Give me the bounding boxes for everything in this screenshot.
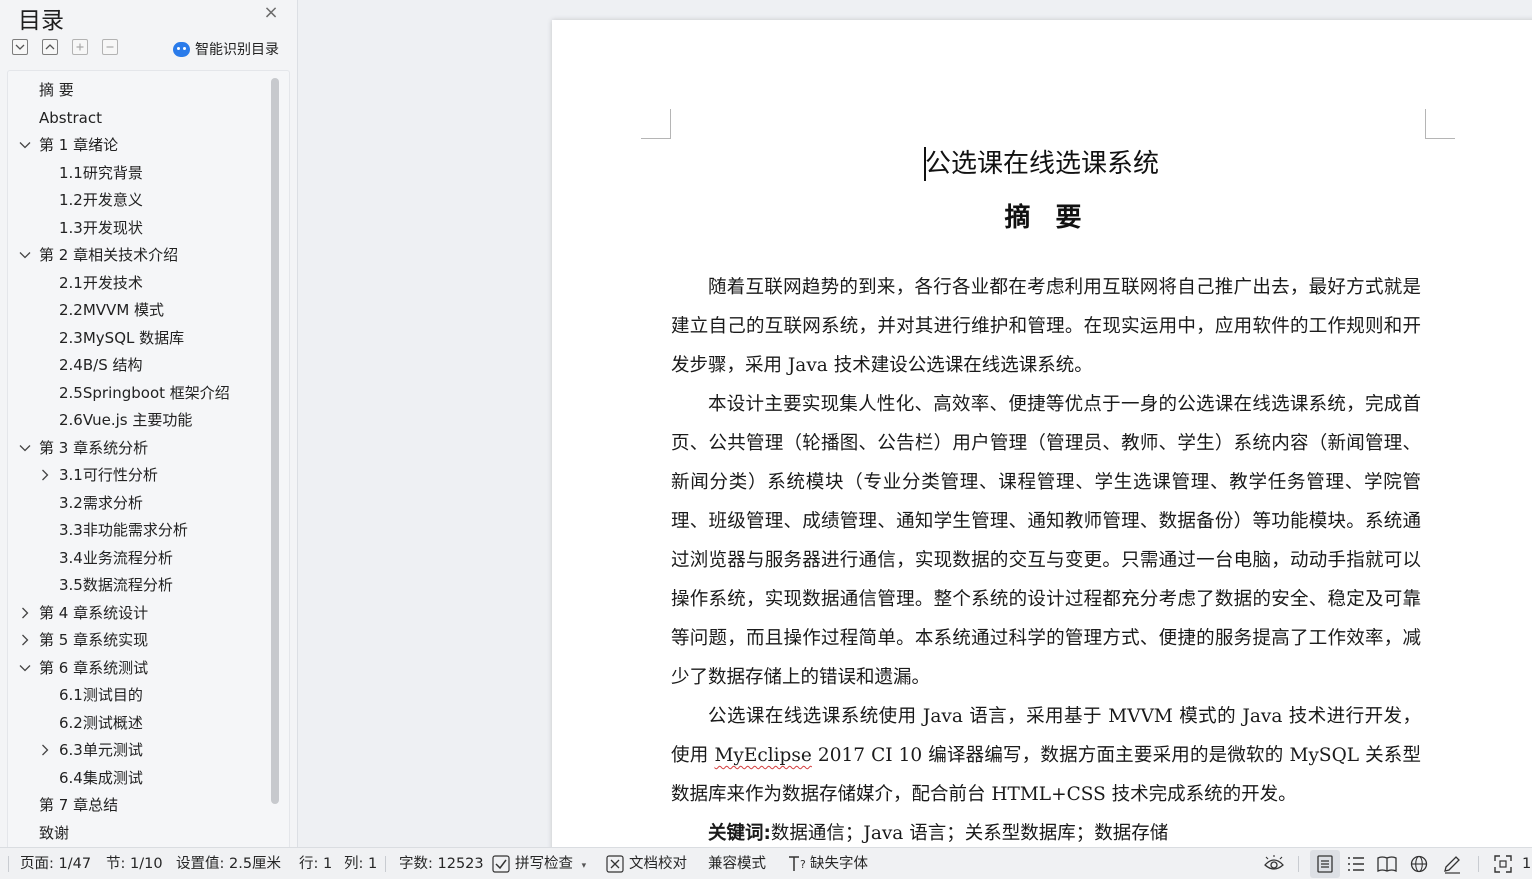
status-divider	[385, 856, 386, 872]
proofread-icon	[606, 855, 624, 873]
toc-item[interactable]: 2.6Vue.js 主要功能	[59, 408, 192, 432]
toc-item[interactable]: 2.3MySQL 数据库	[59, 326, 184, 350]
chevron-down-icon[interactable]	[19, 249, 31, 261]
toc-item[interactable]: 第 5 章系统实现	[39, 628, 148, 652]
chevron-right-icon[interactable]	[19, 634, 31, 646]
missing-font-icon: ?	[789, 856, 806, 871]
missing-font-button[interactable]: ? 缺失字体	[788, 848, 868, 879]
abstract-body: 随着互联网趋势的到来，各行各业都在考虑利用互联网将自己推广出去，最好方式就是建立…	[671, 268, 1421, 847]
ai-bot-icon	[173, 41, 190, 57]
toc-item[interactable]: 1.2开发意义	[59, 188, 143, 212]
toc-item[interactable]: 1.3开发现状	[59, 216, 143, 240]
compat-mode-button[interactable]: 兼容模式	[708, 848, 766, 879]
keywords-text: 数据通信；Java 语言；关系型数据库；数据存储	[770, 823, 1169, 844]
section-indicator[interactable]: 节: 1/10	[106, 848, 163, 879]
proofread-button[interactable]: 文档校对	[606, 848, 687, 879]
sidebar-title: 目录	[18, 8, 64, 34]
toc-sidebar: 目录 × 智能识别目录 摘 要 Abstract 第 1 章绪论 1.1研究背景 1.2…	[0, 0, 298, 847]
toc-item[interactable]: 3.1可行性分析	[59, 463, 158, 487]
toc-item[interactable]: 6.1测试目的	[59, 683, 143, 707]
dropdown-caret-icon[interactable]: ▾	[582, 861, 587, 871]
margin-mark-top-left	[641, 109, 671, 139]
reading-view-icon[interactable]	[1377, 855, 1397, 873]
toc-item[interactable]: 第 4 章系统设计	[39, 601, 148, 625]
svg-text:?: ?	[800, 858, 806, 871]
chevron-up-icon	[45, 44, 55, 50]
outline-view-icon[interactable]	[1347, 855, 1365, 873]
smart-toc-label: 智能识别目录	[195, 42, 279, 58]
toc-item[interactable]: 第 2 章相关技术介绍	[39, 243, 178, 267]
chevron-down-icon[interactable]	[19, 139, 31, 151]
toc-item[interactable]: 2.5Springboot 框架介绍	[59, 381, 230, 405]
smart-toc-button[interactable]: 智能识别目录	[173, 39, 279, 59]
chevron-down-icon	[15, 44, 25, 50]
chevron-down-icon[interactable]	[19, 442, 31, 454]
toc-item[interactable]: 第 3 章系统分析	[39, 436, 148, 460]
toc-item[interactable]: 6.2测试概述	[59, 711, 143, 735]
toc-item[interactable]: 2.1开发技术	[59, 271, 143, 295]
expand-all-button[interactable]	[12, 39, 28, 55]
spell-check-icon	[492, 855, 510, 873]
toc-item[interactable]: Abstract	[39, 106, 102, 130]
zoom-level-cut[interactable]: 1	[1522, 848, 1531, 879]
remove-level-button[interactable]	[102, 39, 118, 55]
proofread-label: 文档校对	[629, 856, 687, 872]
document-page[interactable]: 公选课在线选课系统 摘 要 随着互联网趋势的到来，各行各业都在考虑利用互联网将自…	[552, 20, 1532, 847]
toc-item[interactable]: 第 1 章绪论	[39, 133, 118, 157]
document-title: 公选课在线选课系统	[925, 149, 1160, 179]
keywords-line: 关键词:数据通信；Java 语言；关系型数据库；数据存储	[671, 814, 1421, 847]
document-area: 公选课在线选课系统 摘 要 随着互联网趋势的到来，各行各业都在考虑利用互联网将自…	[299, 0, 1532, 847]
abstract-heading: 摘 要	[1004, 203, 1090, 233]
status-divider	[1298, 856, 1299, 872]
margin-mark-top-right	[1425, 109, 1455, 139]
spell-check-label: 拼写检查	[515, 856, 573, 872]
column-indicator[interactable]: 列: 1	[344, 848, 377, 879]
spell-check-button[interactable]: 拼写检查 ▾	[492, 848, 586, 879]
row-indicator[interactable]: 行: 1	[299, 848, 332, 879]
toc-item[interactable]: 2.2MVVM 模式	[59, 298, 164, 322]
keywords-label: 关键词:	[708, 823, 771, 844]
chevron-right-icon[interactable]	[39, 744, 51, 756]
toc-item[interactable]: 2.4B/S 结构	[59, 353, 143, 377]
add-level-button[interactable]	[72, 39, 88, 55]
chevron-right-icon[interactable]	[19, 607, 31, 619]
pen-annotate-icon[interactable]	[1442, 854, 1462, 874]
toc-item[interactable]: 3.5数据流程分析	[59, 573, 173, 597]
status-divider	[8, 856, 9, 872]
paragraph-2: 本设计主要实现集人性化、高效率、便捷等优点于一身的公选课在线选课系统，完成首页、…	[671, 394, 1421, 688]
collapse-all-button[interactable]	[42, 39, 58, 55]
toc-scrollbar[interactable]	[271, 78, 279, 804]
toc-item[interactable]: 6.4集成测试	[59, 766, 143, 790]
toc-item[interactable]: 第 7 章总结	[39, 793, 118, 817]
toc-item[interactable]: 6.3单元测试	[59, 738, 143, 762]
page-indicator[interactable]: 页面: 1/47	[20, 848, 91, 879]
plus-icon	[76, 43, 84, 51]
toc-item[interactable]: 第 6 章系统测试	[39, 656, 148, 680]
minus-icon	[106, 46, 114, 48]
toc-item[interactable]: 摘 要	[39, 78, 74, 102]
toc-toolbar	[12, 39, 132, 57]
toc-item[interactable]: 致谢	[39, 821, 69, 845]
status-bar: 页面: 1/47 节: 1/10 设置值: 2.5厘米 行: 1 列: 1 字数…	[0, 847, 1532, 879]
fit-page-icon[interactable]	[1494, 855, 1512, 873]
setting-value[interactable]: 设置值: 2.5厘米	[176, 848, 281, 879]
toc-item[interactable]: 3.2需求分析	[59, 491, 143, 515]
word-count[interactable]: 字数: 12523	[399, 848, 484, 879]
status-divider	[1478, 856, 1479, 872]
chevron-down-icon[interactable]	[19, 662, 31, 674]
paragraph-3: 公选课在线选课系统使用 Java 语言，采用基于 MVVM 模式的 Java 技…	[671, 697, 1421, 814]
chevron-right-icon[interactable]	[39, 469, 51, 481]
toc-list: 摘 要 Abstract 第 1 章绪论 1.1研究背景 1.2开发意义 1.3开发现状第…	[7, 70, 290, 847]
missing-font-label: 缺失字体	[810, 856, 868, 872]
eye-protection-icon[interactable]	[1263, 855, 1285, 873]
toc-item[interactable]: 3.4业务流程分析	[59, 546, 173, 570]
paragraph-1: 随着互联网趋势的到来，各行各业都在考虑利用互联网将自己推广出去，最好方式就是建立…	[671, 277, 1421, 376]
toc-item[interactable]: 1.1研究背景	[59, 161, 143, 185]
toc-item[interactable]: 3.3非功能需求分析	[59, 518, 188, 542]
close-icon[interactable]: ×	[262, 4, 280, 22]
page-view-icon	[1317, 855, 1333, 873]
web-layout-icon[interactable]	[1410, 855, 1428, 873]
spell-flag-word[interactable]: MyEclipse	[714, 745, 811, 766]
